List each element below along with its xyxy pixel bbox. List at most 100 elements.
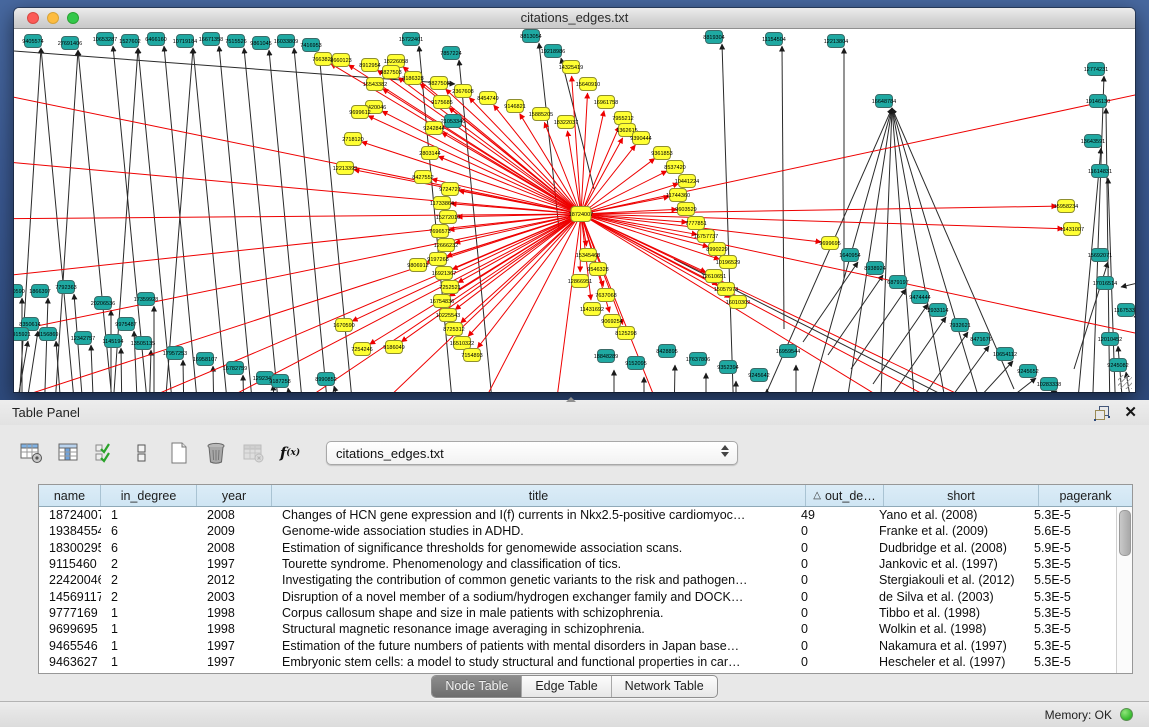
network-node[interactable]: 10225543: [436, 309, 460, 322]
network-node[interactable]: 16921367: [432, 267, 456, 280]
column-header-pagerank[interactable]: pagerank: [1039, 485, 1132, 506]
network-node[interactable]: 15722401: [399, 33, 423, 46]
network-node[interactable]: 8725312: [443, 323, 464, 336]
network-node[interactable]: 7857224: [440, 47, 461, 60]
network-node[interactable]: 1527602: [119, 35, 140, 48]
network-node[interactable]: 16959544: [776, 345, 800, 358]
network-node[interactable]: 3915921: [14, 328, 31, 341]
network-node[interactable]: 19218986: [541, 45, 565, 58]
network-node[interactable]: 9975487: [115, 318, 136, 331]
network-node[interactable]: 15692071: [1088, 249, 1112, 262]
network-node[interactable]: 12010452: [1098, 333, 1122, 346]
canvas-resize-grip[interactable]: [1118, 375, 1132, 389]
network-node[interactable]: 9724727: [439, 183, 460, 196]
network-node[interactable]: 16543382: [363, 78, 387, 91]
table-options-icon[interactable]: [18, 440, 44, 466]
network-node[interactable]: 12666232: [434, 239, 458, 252]
network-node[interactable]: 9474444: [909, 291, 930, 304]
network-node[interactable]: 9197268: [427, 253, 448, 266]
network-node[interactable]: 8471676: [970, 333, 991, 346]
create-column-icon[interactable]: [166, 440, 192, 466]
tab-network-table[interactable]: Network Table: [612, 676, 717, 697]
network-node[interactable]: 8660123: [330, 54, 351, 67]
network-node[interactable]: 19146130: [1086, 95, 1110, 108]
network-node[interactable]: 2367608: [452, 85, 473, 98]
network-node[interactable]: 14325419: [559, 61, 583, 74]
network-node[interactable]: 1640954: [839, 249, 860, 262]
network-node[interactable]: 12342757: [71, 332, 95, 345]
column-header-short[interactable]: short: [884, 485, 1039, 506]
network-node[interactable]: 8454749: [477, 92, 498, 105]
network-node[interactable]: 8819304: [703, 31, 724, 44]
network-node[interactable]: 11154504: [762, 33, 786, 46]
network-node[interactable]: 8912954: [359, 59, 380, 72]
network-node[interactable]: 2933114: [927, 304, 948, 317]
network-node[interactable]: 11733864: [430, 197, 454, 210]
show-columns-icon[interactable]: [55, 440, 81, 466]
delete-column-icon[interactable]: [203, 440, 229, 466]
network-node[interactable]: 16754836: [430, 295, 454, 308]
column-header-out_de[interactable]: △out_de…: [806, 485, 884, 506]
zoom-window-icon[interactable]: [67, 12, 79, 24]
network-node[interactable]: 8813054: [520, 30, 541, 43]
network-node[interactable]: 9245652: [1017, 365, 1038, 378]
network-node[interactable]: 16958107: [193, 353, 217, 366]
table-vertical-scrollbar[interactable]: [1116, 507, 1132, 673]
network-node[interactable]: 7252521: [439, 281, 460, 294]
network-node[interactable]: 7777851: [685, 217, 706, 230]
network-node[interactable]: 7955212: [612, 112, 633, 125]
network-window-titlebar[interactable]: citations_edges.txt: [14, 8, 1135, 29]
network-node[interactable]: 8990852: [315, 373, 336, 386]
table-row[interactable]: 1938455462009Genome-wide association stu…: [39, 523, 1117, 539]
network-node[interactable]: 17957253: [163, 347, 187, 360]
network-node[interactable]: 16671358: [199, 33, 223, 46]
scrollbar-thumb[interactable]: [1119, 510, 1131, 556]
network-node[interactable]: 7254246: [351, 343, 372, 356]
network-node[interactable]: 1145194: [102, 335, 123, 348]
network-node[interactable]: 9146821: [504, 100, 525, 113]
network-node[interactable]: 16961758: [594, 96, 618, 109]
network-node[interactable]: 15057974: [714, 283, 738, 296]
network-node[interactable]: 20206536: [91, 297, 115, 310]
network-node[interactable]: 12866951: [568, 275, 592, 288]
function-builder-icon[interactable]: f(x): [277, 440, 303, 466]
table-row[interactable]: 1456911722003Disruption of a novel membe…: [39, 588, 1117, 604]
network-node[interactable]: 13505135: [131, 337, 155, 350]
table-row[interactable]: 911546021997Tourette syndrome. Phenomeno…: [39, 556, 1117, 572]
network-node[interactable]: 9699612: [349, 106, 370, 119]
minimize-window-icon[interactable]: [47, 12, 59, 24]
network-node[interactable]: 12610651: [702, 270, 726, 283]
network-node[interactable]: 9186049: [383, 341, 404, 354]
network-node[interactable]: 8186328: [402, 72, 423, 85]
network-node[interactable]: 9069254: [601, 315, 622, 328]
network-node[interactable]: 18848289: [594, 350, 618, 363]
float-panel-icon[interactable]: [1094, 405, 1110, 421]
network-node[interactable]: 6879197: [887, 276, 908, 289]
network-node[interactable]: 10654112: [993, 348, 1017, 361]
network-node[interactable]: 9187258: [269, 375, 290, 388]
network-node[interactable]: 9175685: [431, 96, 452, 109]
table-selector-dropdown[interactable]: citations_edges.txt: [326, 441, 738, 465]
network-node[interactable]: 2718120: [342, 133, 363, 146]
column-header-title[interactable]: title: [272, 485, 806, 506]
column-header-in_degree[interactable]: in_degree: [101, 485, 197, 506]
network-node[interactable]: 9352394: [717, 361, 738, 374]
network-node[interactable]: 9603529: [675, 203, 696, 216]
network-node[interactable]: 9405574: [22, 35, 43, 48]
table-row[interactable]: 1830029562008Estimation of significance …: [39, 540, 1117, 556]
network-node[interactable]: 7932621: [949, 319, 970, 332]
network-node[interactable]: 16782759: [223, 362, 247, 375]
citation-network-graph[interactable]: 9405574276914061065328715276026466160107…: [14, 29, 1135, 392]
table-row[interactable]: 969969511998Structural magnetic resonanc…: [39, 621, 1117, 637]
network-node[interactable]: 9699695: [819, 237, 840, 250]
network-node[interactable]: 8428895: [656, 345, 677, 358]
network-node[interactable]: 6466160: [145, 33, 166, 46]
network-node[interactable]: 7637068: [595, 289, 616, 302]
network-node[interactable]: 16033809: [274, 35, 298, 48]
network-node[interactable]: 9152095: [625, 357, 646, 370]
network-node[interactable]: 10283338: [1037, 378, 1061, 391]
network-node[interactable]: 1156869: [37, 328, 58, 341]
close-panel-icon[interactable]: ✕: [1124, 405, 1137, 420]
panel-splitter-grip[interactable]: [566, 397, 576, 402]
network-node[interactable]: 16648784: [872, 95, 896, 108]
